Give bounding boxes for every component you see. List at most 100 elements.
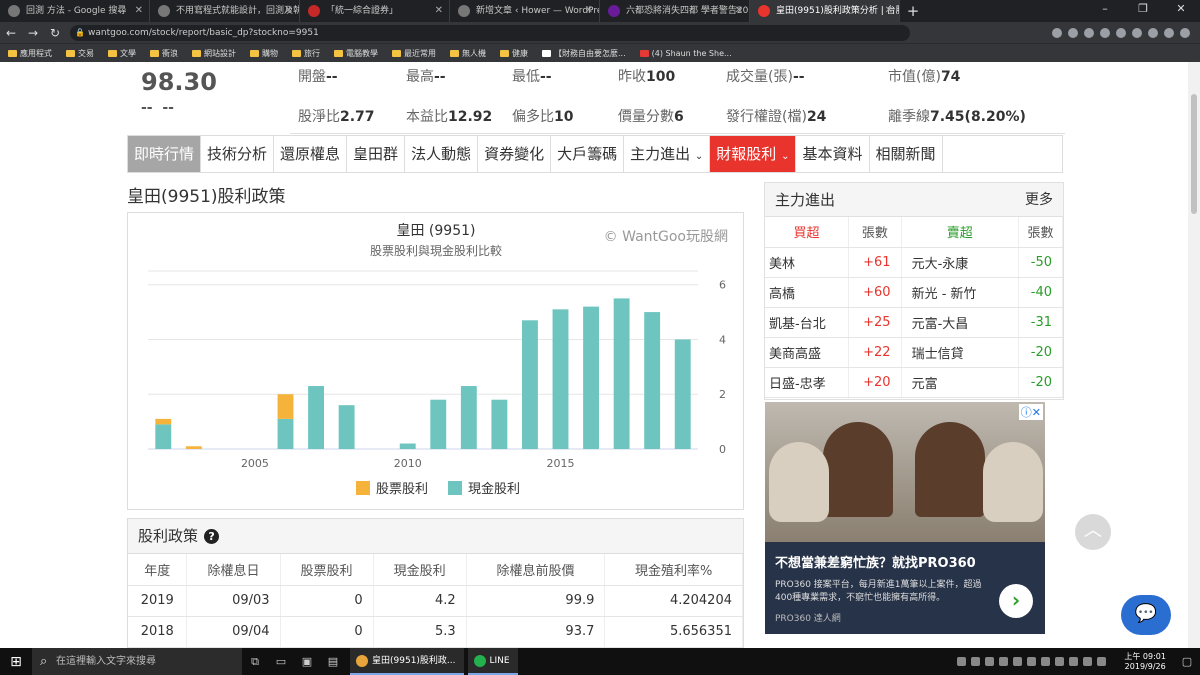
- bookmark-item[interactable]: 文學: [108, 48, 136, 59]
- tray-icon[interactable]: [957, 657, 967, 666]
- bookmarks-bar: 應用程式 交易 文學 衝浪 網站設計 購物 旅行 電腦教學 最近常用 無人機 健…: [0, 43, 1200, 62]
- url-input[interactable]: wantgoo.com/stock/report/basic_dp?stockn…: [70, 24, 910, 41]
- help-icon[interactable]: ?: [204, 528, 220, 544]
- bookmark-item[interactable]: 健康: [500, 48, 528, 59]
- bookmark-item[interactable]: 應用程式: [8, 48, 52, 59]
- tray-icon[interactable]: [1055, 657, 1065, 666]
- tab-group[interactable]: 皇田群: [347, 136, 406, 172]
- browser-tab[interactable]: 「統一綜合證券」 ✕: [300, 0, 450, 22]
- scrollbar-thumb[interactable]: [1191, 94, 1197, 214]
- tray-icon[interactable]: [1027, 657, 1037, 666]
- file-explorer-icon[interactable]: ▭: [268, 655, 294, 668]
- tab-main-force[interactable]: 主力進出 ⌄: [624, 136, 711, 172]
- tray-icon[interactable]: [1013, 657, 1023, 666]
- taskbar-clock[interactable]: 上午 09:01 2019/9/26: [1116, 652, 1174, 672]
- close-icon[interactable]: ✕: [285, 0, 293, 22]
- tab-technical[interactable]: 技術分析: [201, 136, 275, 172]
- app-icon[interactable]: ▣: [294, 655, 320, 668]
- tab-basic-info[interactable]: 基本資料: [796, 136, 870, 172]
- tab-institutional[interactable]: 法人動態: [405, 136, 479, 172]
- reload-icon[interactable]: ↻: [44, 26, 66, 40]
- browser-tab[interactable]: 回測 方法 - Google 搜尋 ✕: [0, 0, 150, 22]
- tray-icon[interactable]: [1069, 657, 1079, 666]
- extension-icon[interactable]: [1132, 27, 1142, 38]
- broker-link[interactable]: 高橋: [765, 277, 850, 308]
- new-tab-button[interactable]: +: [900, 0, 926, 22]
- scrollbar[interactable]: [1188, 62, 1200, 648]
- tray-icon[interactable]: [971, 657, 981, 666]
- dividend-chart-svg: 皇田 (9951) 股票股利與現金股利比較 © WantGoo玩股網 0 2 4 6 2005…: [148, 223, 728, 497]
- bookmark-item[interactable]: 交易: [66, 48, 94, 59]
- quote-summary: 開盤-- 最高-- 最低-- 昨收100 成交量(張)-- 市值(億)74 股淨…: [290, 62, 1065, 134]
- maximize-icon[interactable]: ❐: [1124, 0, 1162, 18]
- more-link[interactable]: 更多: [1025, 183, 1053, 216]
- taskbar-search-input[interactable]: 在這裡輸入文字來搜尋: [32, 648, 242, 675]
- scroll-top-button[interactable]: ︿: [1075, 514, 1111, 550]
- broker-link[interactable]: 美林: [765, 247, 850, 278]
- tab-adjusted[interactable]: 還原權息: [274, 136, 348, 172]
- close-window-icon[interactable]: ✕: [1162, 0, 1200, 18]
- bookmark-item[interactable]: (4) Shaun the She...: [639, 49, 732, 58]
- tray-icon[interactable]: [1041, 657, 1051, 666]
- broker-link[interactable]: 元大-永康: [901, 247, 1019, 278]
- bookmark-item[interactable]: 旅行: [292, 48, 320, 59]
- windows-start-icon[interactable]: ⊞: [0, 654, 32, 670]
- bookmark-item[interactable]: 網站設計: [192, 48, 236, 59]
- tab-realtime[interactable]: 即時行情: [128, 136, 202, 172]
- extension-icon[interactable]: [1084, 27, 1094, 38]
- back-icon[interactable]: ←: [0, 26, 22, 40]
- browser-tab[interactable]: 新增文章 ‹ Hower — WordPress ✕: [450, 0, 600, 22]
- close-icon[interactable]: ✕: [735, 0, 743, 22]
- ad-close-icon[interactable]: ⓘ✕: [1018, 404, 1043, 420]
- bookmark-item[interactable]: 最近常用: [392, 48, 436, 59]
- bookmark-item[interactable]: 衝浪: [150, 48, 178, 59]
- close-icon[interactable]: ✕: [435, 0, 443, 22]
- menu-icon[interactable]: [1180, 27, 1190, 38]
- taskbar-line-app[interactable]: LINE: [467, 648, 518, 675]
- broker-link[interactable]: 新光 - 新竹: [901, 277, 1019, 308]
- y-tick-label: 0: [719, 443, 726, 456]
- close-icon[interactable]: ✕: [135, 0, 143, 22]
- profile-icon[interactable]: [1164, 27, 1174, 38]
- money-bag-image: [769, 442, 829, 522]
- volume-icon[interactable]: [1097, 657, 1107, 666]
- browser-tab-active[interactable]: 皇田(9951)股利政策分析 | 台股 ✕: [750, 0, 900, 22]
- bookmark-item[interactable]: 【財務自由要怎麼...: [542, 48, 626, 59]
- task-view-icon[interactable]: ⧉: [242, 655, 268, 669]
- minimize-icon[interactable]: –: [1086, 0, 1124, 18]
- chat-icon[interactable]: 💬: [1121, 595, 1171, 635]
- broker-link[interactable]: 瑞士信貸: [901, 337, 1019, 368]
- folder-icon: [334, 49, 343, 57]
- close-icon[interactable]: ✕: [585, 0, 593, 22]
- extension-icon[interactable]: [1116, 27, 1126, 38]
- browser-tab[interactable]: 六都恐將消失四都 學者警告2030 ✕: [600, 0, 750, 22]
- star-icon[interactable]: [1068, 27, 1078, 38]
- chevron-right-icon[interactable]: ›: [999, 584, 1033, 618]
- tab-margin[interactable]: 資券變化: [478, 136, 552, 172]
- ad-banner[interactable]: ⓘ✕ 不想當兼差窮忙族？就找PRO360 PRO360 接案平台，每月新進1萬筆…: [765, 402, 1045, 634]
- tab-major-holders[interactable]: 大戶籌碼: [551, 136, 625, 172]
- extension-icon[interactable]: [1100, 27, 1110, 38]
- broker-link[interactable]: 日盛-忠孝: [765, 367, 850, 398]
- bookmark-item[interactable]: 電腦教學: [334, 48, 378, 59]
- broker-link[interactable]: 凱基-台北: [765, 307, 850, 338]
- tab-financials[interactable]: 財報股利 ⌄: [710, 136, 797, 172]
- zoom-icon[interactable]: [1052, 27, 1062, 38]
- bookmark-item[interactable]: 無人機: [450, 48, 486, 59]
- browser-tab[interactable]: 不用寫程式就能設計，回測及執行 ✕: [150, 0, 300, 22]
- tab-news[interactable]: 相關新聞: [870, 136, 943, 172]
- broker-link[interactable]: 元富-大昌: [901, 307, 1019, 338]
- broker-link[interactable]: 元富: [901, 367, 1019, 398]
- table-row: 日盛-忠孝 +20 元富 -20: [765, 367, 1064, 398]
- close-icon[interactable]: ✕: [885, 0, 893, 22]
- app-icon[interactable]: ▤: [320, 655, 346, 668]
- forward-icon[interactable]: →: [22, 26, 44, 40]
- notification-icon[interactable]: ▢: [1174, 655, 1200, 668]
- bookmark-item[interactable]: 購物: [250, 48, 278, 59]
- taskbar-chrome-app[interactable]: 皇田(9951)股利政...: [350, 648, 464, 675]
- tray-icon[interactable]: [985, 657, 995, 666]
- network-icon[interactable]: [1083, 657, 1093, 666]
- tray-icon[interactable]: [999, 657, 1009, 666]
- extension-icon[interactable]: [1148, 27, 1158, 38]
- broker-link[interactable]: 美商高盛: [765, 337, 850, 368]
